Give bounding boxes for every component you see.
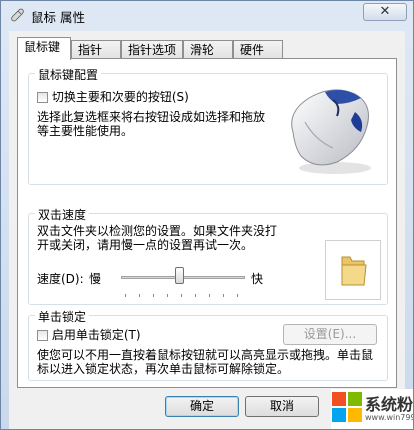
click-lock-group: 单击锁定 启用单击锁定(T) 设置(E)... 使您可以不用一直按着鼠标按钮就可… bbox=[28, 308, 388, 381]
click-lock-checkbox[interactable] bbox=[37, 330, 48, 341]
click-lock-description: 使您可以不用一直按着鼠标按钮就可以高亮显示或拖拽。单击鼠标以进入锁定状态，再次单… bbox=[37, 348, 374, 376]
mouse-properties-window: 鼠标 属性 ✕ 鼠标键 指针 指针选项 滑轮 硬件 鼠标键配置 切换主要和次要的… bbox=[0, 0, 414, 430]
switch-buttons-label: 切换主要和次要的按钮(S) bbox=[51, 90, 189, 104]
tab-wheel[interactable]: 滑轮 bbox=[183, 40, 233, 59]
tab-pointers[interactable]: 指针 bbox=[71, 40, 121, 59]
click-lock-label: 启用单击锁定(T) bbox=[51, 328, 141, 342]
slider-tick bbox=[223, 294, 224, 297]
watermark-url: www.win7999.com bbox=[365, 413, 413, 422]
tab-label: 指针选项 bbox=[128, 43, 177, 57]
slider-tick bbox=[139, 294, 140, 297]
ok-button[interactable]: 确定 bbox=[165, 396, 239, 417]
watermark-text: 系统粉 bbox=[365, 395, 414, 414]
double-click-description: 双击文件夹以检测您的设置。如果文件夹没打开或关闭，请用慢一点的设置再试一次。 bbox=[37, 224, 278, 252]
tab-label: 滑轮 bbox=[190, 43, 215, 57]
cancel-button[interactable]: 取消 bbox=[245, 396, 319, 417]
slow-label: 慢 bbox=[89, 272, 102, 286]
mouse-illustration bbox=[291, 89, 371, 174]
fast-label: 快 bbox=[251, 272, 264, 286]
tab-label: 鼠标键 bbox=[24, 40, 61, 54]
dialog-client-area: 鼠标键 指针 指针选项 滑轮 硬件 鼠标键配置 切换主要和次要的按钮(S) 选择… bbox=[9, 31, 405, 429]
close-icon: ✕ bbox=[379, 4, 391, 19]
close-button[interactable]: ✕ bbox=[363, 3, 407, 21]
click-lock-settings-button[interactable]: 设置(E)... bbox=[283, 324, 377, 345]
speed-label: 速度(D): bbox=[37, 272, 84, 286]
tab-panel: 鼠标键配置 切换主要和次要的按钮(S) 选择此复选框来将右按钮设成如选择和拖放等… bbox=[17, 58, 397, 388]
double-click-group: 双击速度 双击文件夹以检测您的设置。如果文件夹没打开或关闭，请用慢一点的设置再试… bbox=[28, 206, 388, 305]
switch-buttons-checkbox[interactable] bbox=[37, 92, 48, 103]
slider-tick bbox=[153, 294, 154, 297]
slider-thumb[interactable] bbox=[175, 267, 184, 284]
button-config-group: 鼠标键配置 切换主要和次要的按钮(S) 选择此复选框来将右按钮设成如选择和拖放等… bbox=[28, 66, 388, 185]
slider-tick bbox=[181, 294, 182, 297]
tab-buttons[interactable]: 鼠标键 bbox=[17, 37, 71, 60]
folder-icon[interactable] bbox=[338, 253, 370, 289]
group-title: 鼠标键配置 bbox=[35, 66, 102, 83]
slider-tick bbox=[237, 294, 238, 297]
click-lock-option[interactable]: 启用单击锁定(T) bbox=[37, 326, 141, 343]
slider-tick bbox=[125, 294, 126, 297]
group-title: 双击速度 bbox=[35, 206, 90, 223]
title-bar[interactable]: 鼠标 属性 ✕ bbox=[1, 1, 413, 31]
tab-pointer-options[interactable]: 指针选项 bbox=[121, 40, 183, 59]
slider-tick bbox=[209, 294, 210, 297]
watermark: 系统粉 www.win7999.com bbox=[331, 389, 414, 429]
button-config-description: 选择此复选框来将右按钮设成如选择和拖放等主要性能使用。 bbox=[37, 110, 266, 138]
tab-hardware[interactable]: 硬件 bbox=[233, 40, 283, 59]
tab-label: 硬件 bbox=[240, 43, 265, 57]
mouse-icon bbox=[11, 8, 24, 22]
window-title: 鼠标 属性 bbox=[31, 10, 85, 25]
group-title: 单击锁定 bbox=[35, 308, 90, 325]
windows-logo-icon bbox=[332, 392, 362, 422]
tab-label: 指针 bbox=[78, 43, 103, 57]
double-click-test-area[interactable] bbox=[325, 240, 381, 300]
switch-buttons-option[interactable]: 切换主要和次要的按钮(S) bbox=[37, 88, 189, 105]
slider-tick bbox=[167, 294, 168, 297]
slider-tick bbox=[195, 294, 196, 297]
